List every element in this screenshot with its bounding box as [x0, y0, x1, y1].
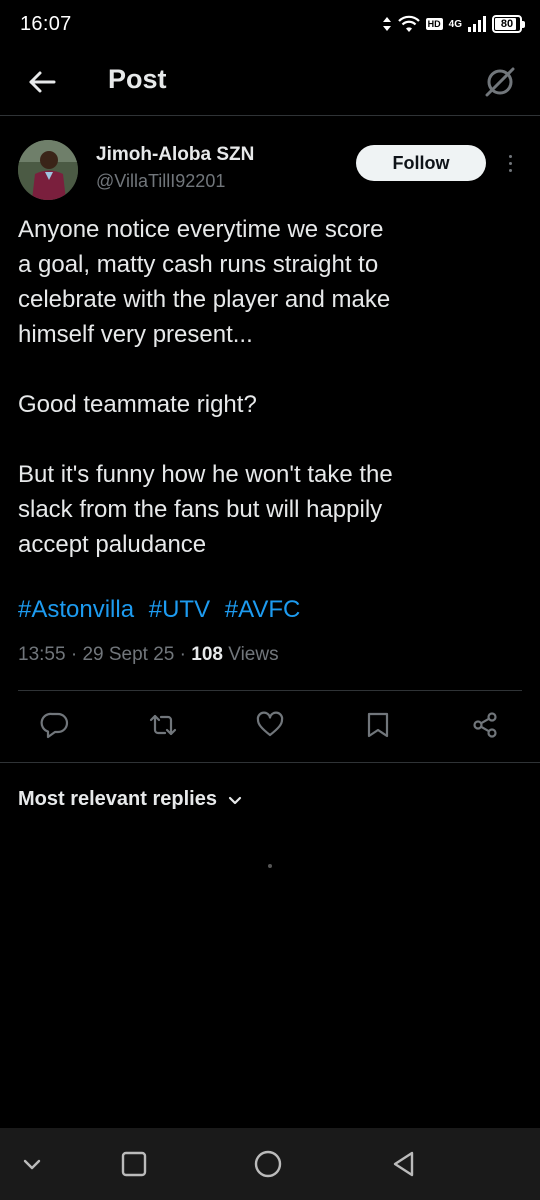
divider [0, 762, 540, 763]
repost-button[interactable] [148, 710, 178, 740]
chevron-down-icon [228, 796, 242, 804]
divider [18, 690, 522, 691]
meta-separator: · [179, 644, 186, 665]
post-text-line: himself very present... [18, 321, 253, 348]
views-label[interactable]: Views [228, 644, 278, 665]
grok-icon [485, 67, 515, 97]
share-icon [473, 712, 497, 738]
post-date[interactable]: 29 Sept 25 [82, 644, 174, 665]
like-button[interactable] [255, 710, 285, 740]
wifi-icon [397, 15, 420, 32]
hashtag-link[interactable]: #AVFC [225, 596, 301, 623]
nav-hide-button[interactable] [16, 1148, 48, 1180]
arrow-left-icon [29, 71, 56, 93]
status-icons: HD 4G 80 [382, 15, 525, 33]
nav-home-button[interactable] [252, 1148, 284, 1180]
post-text-line: celebrate with the player and make [18, 286, 391, 313]
recent-apps-icon [121, 1151, 147, 1177]
more-dot [508, 161, 512, 165]
data-transfer-icon [382, 17, 391, 31]
replies-sort-label: Most relevant replies [18, 788, 217, 810]
post-meta: 13:55 · 29 Sept 25 · 108 Views [18, 644, 279, 666]
chevron-down-icon [23, 1159, 41, 1170]
author-handle[interactable]: @VillaTillI92201 [96, 171, 225, 192]
post-text-line: accept paludance [18, 531, 207, 558]
author-name[interactable]: Jimoh-Aloba SZN [96, 144, 254, 166]
follow-button[interactable]: Follow [356, 145, 486, 181]
battery-level: 80 [500, 18, 514, 30]
post-text-line: Anyone notice everytime we score [18, 216, 384, 243]
more-dot [508, 154, 512, 158]
page-title: Post [108, 64, 167, 94]
post-text-line: Good teammate right? [18, 391, 257, 418]
author-row: Jimoh-Aloba SZN @VillaTillI92201 Follow [18, 140, 522, 200]
signal-icon [468, 16, 486, 32]
app-header: Post [0, 48, 540, 116]
avatar[interactable] [18, 140, 78, 200]
reply-button[interactable] [40, 710, 70, 740]
like-icon [256, 711, 284, 737]
post-text-line: slack from the fans but will happily [18, 496, 383, 523]
post-text-line: But it's funny how he won't take the [18, 461, 393, 488]
post-body: Anyone notice everytime we score a goal,… [18, 212, 498, 562]
system-nav-bar [0, 1128, 540, 1200]
battery-icon: 80 [492, 15, 525, 33]
network-type: 4G [448, 18, 462, 30]
more-dot [508, 168, 512, 172]
replies-sort-dropdown[interactable]: Most relevant replies [18, 788, 243, 811]
back-icon [393, 1151, 414, 1177]
action-bar [0, 710, 540, 744]
grok-button[interactable] [482, 64, 518, 100]
bookmark-icon [367, 712, 389, 738]
meta-separator: · [70, 644, 78, 665]
home-icon [254, 1150, 282, 1178]
views-count[interactable]: 108 [191, 644, 223, 665]
loading-indicator [268, 864, 272, 868]
more-options-button[interactable] [502, 148, 518, 178]
share-button[interactable] [470, 710, 500, 740]
nav-recents-button[interactable] [118, 1148, 150, 1180]
hd-badge: HD [425, 18, 443, 30]
bookmark-button[interactable] [363, 710, 393, 740]
hashtags: #Astonvilla #UTV #AVFC [18, 596, 308, 624]
status-bar: 16:07 HD 4G 80 [0, 0, 540, 48]
repost-icon [149, 714, 177, 736]
status-time: 16:07 [20, 12, 72, 35]
nav-back-button[interactable] [388, 1148, 420, 1180]
back-button[interactable] [26, 66, 58, 98]
post-time[interactable]: 13:55 [18, 644, 66, 665]
reply-icon [40, 712, 69, 739]
hashtag-link[interactable]: #Astonvilla [18, 596, 134, 623]
post-text-line: a goal, matty cash runs straight to [18, 251, 379, 278]
hashtag-link[interactable]: #UTV [149, 596, 210, 623]
avatar-image [18, 140, 78, 200]
